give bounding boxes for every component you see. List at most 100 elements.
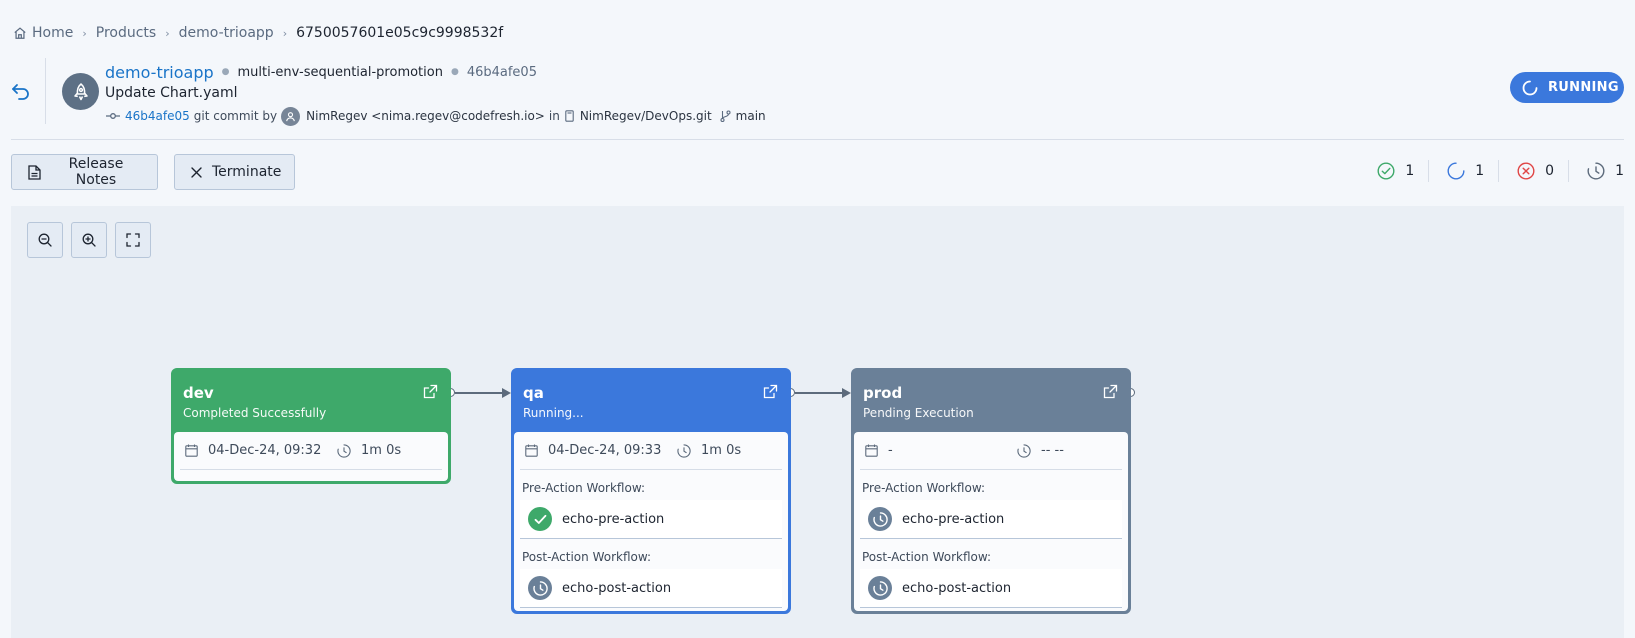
breadcrumb-products[interactable]: Products bbox=[96, 25, 156, 41]
spinner-icon bbox=[1447, 162, 1465, 180]
status-label: RUNNING bbox=[1548, 80, 1619, 95]
calendar-icon bbox=[865, 444, 878, 457]
zoom-in-button[interactable] bbox=[71, 222, 107, 258]
commit-author: NimRegev <nima.regev@codefresh.io> bbox=[306, 109, 545, 123]
env-duration-value: -- -- bbox=[1041, 443, 1064, 458]
env-date: - bbox=[865, 443, 1017, 458]
failed-count: 0 bbox=[1545, 163, 1555, 179]
pre-action-workflow-name: echo-pre-action bbox=[902, 511, 1005, 527]
user-icon bbox=[281, 106, 301, 126]
breadcrumb-product[interactable]: demo-trioapp bbox=[179, 25, 274, 41]
release-title-row: demo-trioapp ● multi-env-sequential-prom… bbox=[105, 61, 537, 83]
pre-action-workflow-name: echo-pre-action bbox=[562, 511, 665, 527]
env-status: Running... bbox=[523, 406, 584, 420]
running-counter: 1 bbox=[1428, 160, 1498, 182]
calendar-icon bbox=[525, 444, 538, 457]
chevron-right-icon: › bbox=[82, 26, 87, 40]
separator-dot: ● bbox=[221, 67, 230, 77]
promotion-flow-name: multi-env-sequential-promotion bbox=[237, 64, 443, 80]
clock-icon bbox=[868, 507, 892, 531]
external-link-icon[interactable] bbox=[423, 384, 438, 403]
back-icon[interactable] bbox=[10, 80, 32, 102]
env-date-value: 04-Dec-24, 09:32 bbox=[208, 443, 322, 458]
commit-short-link[interactable]: 46b4afe05 bbox=[125, 109, 190, 123]
spinner-icon bbox=[1522, 80, 1538, 96]
fullscreen-icon bbox=[126, 233, 140, 247]
header-bottom-divider bbox=[11, 139, 1624, 140]
release-notes-button[interactable]: Release Notes bbox=[11, 154, 158, 190]
env-duration: 1m 0s bbox=[337, 443, 401, 458]
env-date: 04-Dec-24, 09:32 bbox=[185, 443, 337, 458]
app-name-link[interactable]: demo-trioapp bbox=[105, 63, 214, 82]
clock-icon bbox=[1587, 162, 1605, 180]
fit-view-button[interactable] bbox=[115, 222, 151, 258]
arrow-right-icon bbox=[842, 388, 851, 398]
arrow-right-icon bbox=[502, 388, 511, 398]
terminate-button[interactable]: Terminate bbox=[174, 154, 295, 190]
env-card-qa[interactable]: qa Running... 04-Dec-24, 09:33 1m 0s Pre… bbox=[511, 368, 791, 614]
breadcrumb: Home › Products › demo-trioapp › 6750057… bbox=[13, 23, 503, 43]
failed-counter: 0 bbox=[1498, 160, 1568, 182]
env-status: Pending Execution bbox=[863, 406, 974, 420]
commit-icon bbox=[106, 111, 120, 121]
pre-action-workflow[interactable]: echo-pre-action bbox=[520, 500, 782, 539]
separator-dot: ● bbox=[450, 67, 459, 77]
check-circle-icon bbox=[1377, 162, 1395, 180]
post-action-workflow[interactable]: echo-post-action bbox=[520, 569, 782, 608]
external-link-icon[interactable] bbox=[1103, 384, 1118, 403]
env-status: Completed Successfully bbox=[183, 406, 327, 420]
zoom-out-button[interactable] bbox=[27, 222, 63, 258]
env-date-value: 04-Dec-24, 09:33 bbox=[548, 443, 662, 458]
header-divider bbox=[45, 58, 46, 124]
clock-icon bbox=[1017, 443, 1031, 458]
env-card-prod[interactable]: prod Pending Execution - -- -- Pre-Actio… bbox=[851, 368, 1131, 614]
breadcrumb-home-label: Home bbox=[32, 25, 74, 41]
commit-hash: 46b4afe05 bbox=[466, 64, 537, 80]
close-icon bbox=[191, 166, 202, 178]
pre-action-label: Pre-Action Workflow: bbox=[522, 481, 646, 495]
error-circle-icon bbox=[1517, 162, 1535, 180]
branch-icon bbox=[720, 110, 731, 122]
env-date: 04-Dec-24, 09:33 bbox=[525, 443, 677, 458]
calendar-icon bbox=[185, 444, 198, 457]
pending-count: 1 bbox=[1615, 163, 1624, 179]
repo-name: NimRegev/DevOps.git bbox=[579, 109, 712, 123]
pre-action-workflow[interactable]: echo-pre-action bbox=[860, 500, 1122, 539]
release-notes-label: Release Notes bbox=[68, 156, 124, 188]
post-action-workflow[interactable]: echo-post-action bbox=[860, 569, 1122, 608]
chevron-right-icon: › bbox=[282, 26, 288, 40]
commit-message: Update Chart.yaml bbox=[105, 85, 238, 101]
running-count: 1 bbox=[1475, 163, 1485, 179]
pre-action-label: Pre-Action Workflow: bbox=[862, 481, 986, 495]
pending-counter: 1 bbox=[1568, 160, 1624, 182]
env-duration: 1m 0s bbox=[677, 443, 741, 458]
zoom-out-icon bbox=[38, 233, 52, 247]
connector-line bbox=[795, 392, 844, 394]
zoom-in-icon bbox=[82, 233, 96, 247]
clock-icon bbox=[677, 443, 691, 458]
rocket-icon bbox=[62, 73, 99, 110]
post-action-workflow-name: echo-post-action bbox=[562, 580, 672, 596]
breadcrumb-home[interactable]: Home bbox=[13, 25, 73, 41]
clock-icon bbox=[528, 576, 552, 600]
env-name: prod bbox=[863, 384, 903, 402]
home-icon bbox=[13, 26, 27, 40]
env-duration-value: 1m 0s bbox=[361, 443, 402, 458]
repo-icon bbox=[565, 110, 574, 122]
clock-icon bbox=[868, 576, 892, 600]
terminate-label: Terminate bbox=[212, 164, 282, 180]
branch-name: main bbox=[735, 109, 766, 123]
breadcrumb-current: 6750057601e05c9c9998532f bbox=[296, 25, 504, 41]
succeeded-count: 1 bbox=[1405, 163, 1415, 179]
external-link-icon[interactable] bbox=[763, 384, 778, 403]
check-icon bbox=[528, 507, 552, 531]
commit-info: 46b4afe05 git commit by NimRegev <nima.r… bbox=[106, 106, 766, 126]
env-date-value: - bbox=[888, 443, 893, 458]
post-action-label: Post-Action Workflow: bbox=[862, 550, 992, 564]
env-name: dev bbox=[183, 384, 214, 402]
chevron-right-icon: › bbox=[165, 26, 170, 40]
env-duration: -- -- bbox=[1017, 443, 1064, 458]
connector-line bbox=[455, 392, 504, 394]
succeeded-counter: 1 bbox=[1377, 160, 1428, 182]
env-card-dev[interactable]: dev Completed Successfully 04-Dec-24, 09… bbox=[171, 368, 451, 484]
